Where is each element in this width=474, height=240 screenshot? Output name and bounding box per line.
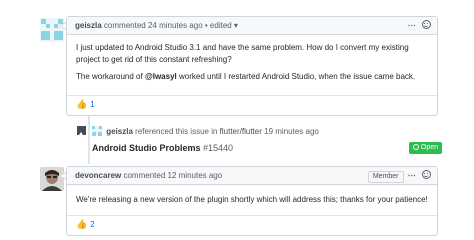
reactions-bar: 👍 1 bbox=[67, 94, 437, 113]
comment-author[interactable]: devoncarew bbox=[75, 171, 121, 180]
thumbs-up-reaction[interactable]: 👍 1 bbox=[76, 98, 95, 109]
reaction-count: 1 bbox=[90, 99, 95, 109]
comment-paragraph: We're releasing a new version of the plu… bbox=[76, 195, 428, 204]
kebab-menu-icon[interactable]: ⋯ bbox=[408, 171, 416, 180]
repo-link[interactable]: flutter/flutter bbox=[220, 127, 262, 136]
edited-dropdown[interactable]: • edited ▾ bbox=[205, 21, 238, 30]
comment-paragraph: I just updated to Android Studio 3.1 and… bbox=[76, 43, 409, 64]
comment-header: geiszla commented 24 minutes ago • edite… bbox=[59, 17, 437, 35]
referenced-issue-number[interactable]: #15440 bbox=[203, 143, 233, 153]
issue-opened-icon bbox=[412, 144, 419, 150]
thumbs-up-icon: 👍 bbox=[76, 218, 88, 229]
comment-body: I just updated to Android Studio 3.1 and… bbox=[67, 35, 437, 95]
event-text: referenced this issue in bbox=[135, 127, 218, 136]
comment-time[interactable]: commented 12 minutes ago bbox=[123, 171, 222, 180]
kebab-menu-icon[interactable]: ⋯ bbox=[408, 21, 416, 30]
add-reaction-icon[interactable] bbox=[422, 170, 431, 179]
reaction-count: 2 bbox=[90, 219, 95, 229]
issue-status-badge: Open bbox=[408, 142, 442, 154]
event-author[interactable]: geiszla bbox=[106, 127, 133, 136]
comment-author[interactable]: geiszla bbox=[75, 21, 102, 30]
reactions-bar: 👍 2 bbox=[67, 214, 437, 233]
user-mention[interactable]: @lwasyl bbox=[145, 72, 177, 81]
cross-reference-event: geiszla referenced this issue in flutter… bbox=[72, 122, 442, 162]
comment-paragraph: The workaround of @lwasyl worked until I… bbox=[76, 72, 416, 81]
geiszla-mini-avatar[interactable] bbox=[92, 126, 102, 136]
comment-header: devoncarew commented 12 minutes ago Memb… bbox=[59, 167, 437, 185]
comment-geiszla: geiszla commented 24 minutes ago • edite… bbox=[59, 16, 438, 116]
thumbs-up-reaction[interactable]: 👍 2 bbox=[76, 218, 95, 229]
referenced-issue-title[interactable]: Android Studio Problems bbox=[92, 143, 201, 153]
cross-reference-icon bbox=[77, 126, 86, 135]
comment-time[interactable]: commented 24 minutes ago bbox=[104, 21, 203, 30]
comment-devoncarew: devoncarew commented 12 minutes ago Memb… bbox=[59, 166, 438, 236]
issue-timeline: geiszla commented 24 minutes ago • edite… bbox=[0, 0, 474, 240]
add-reaction-icon[interactable] bbox=[422, 20, 431, 29]
member-badge: Member bbox=[367, 171, 404, 183]
thumbs-up-icon: 👍 bbox=[76, 98, 88, 109]
event-time[interactable]: 19 minutes ago bbox=[264, 127, 319, 136]
comment-body: We're releasing a new version of the plu… bbox=[67, 185, 437, 215]
